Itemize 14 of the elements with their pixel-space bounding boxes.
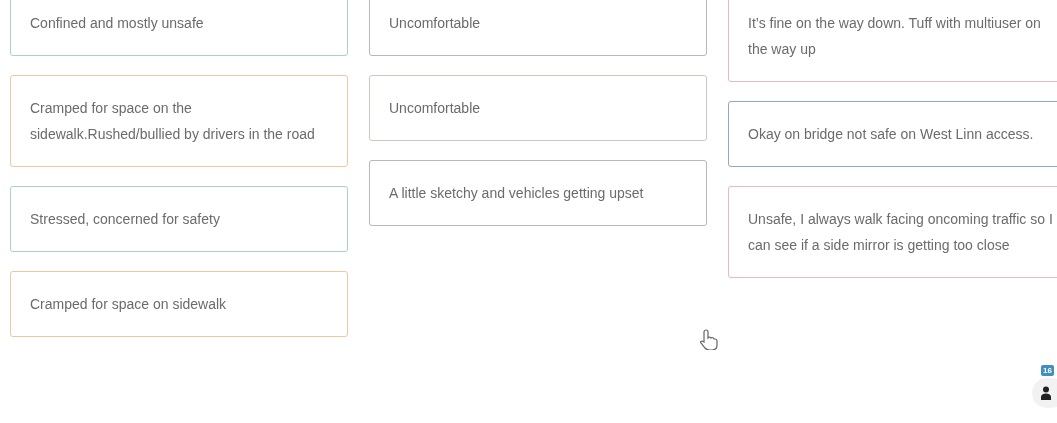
sticky-note: It’s fine on the way down. Tuff with multiuser on the way up: [728, 0, 1057, 82]
user-icon: [1041, 386, 1051, 400]
hand-cursor-icon: [700, 328, 718, 350]
sticky-note: A little sketchy and vehicles getting upset: [369, 160, 707, 226]
sticky-note: Stressed, concerned for safety: [10, 186, 348, 252]
sticky-note: Okay on bridge not safe on West Linn access.: [728, 101, 1057, 167]
sticky-note: Confined and mostly unsafe: [10, 0, 348, 56]
sticky-note: Uncomfortable: [369, 75, 707, 141]
participant-count-badge: 16: [1041, 365, 1054, 376]
sticky-note: Cramped for space on sidewalk: [10, 271, 348, 337]
sticky-note: Unsafe, I always walk facing oncoming traffic so I can see if a side mirror is getting too close: [728, 186, 1057, 278]
sticky-note: Uncomfortable: [369, 0, 707, 56]
sticky-note: Cramped for space on the sidewalk.Rushed/bullied by drivers in the road: [10, 75, 348, 167]
participants-button[interactable]: [1032, 378, 1057, 408]
